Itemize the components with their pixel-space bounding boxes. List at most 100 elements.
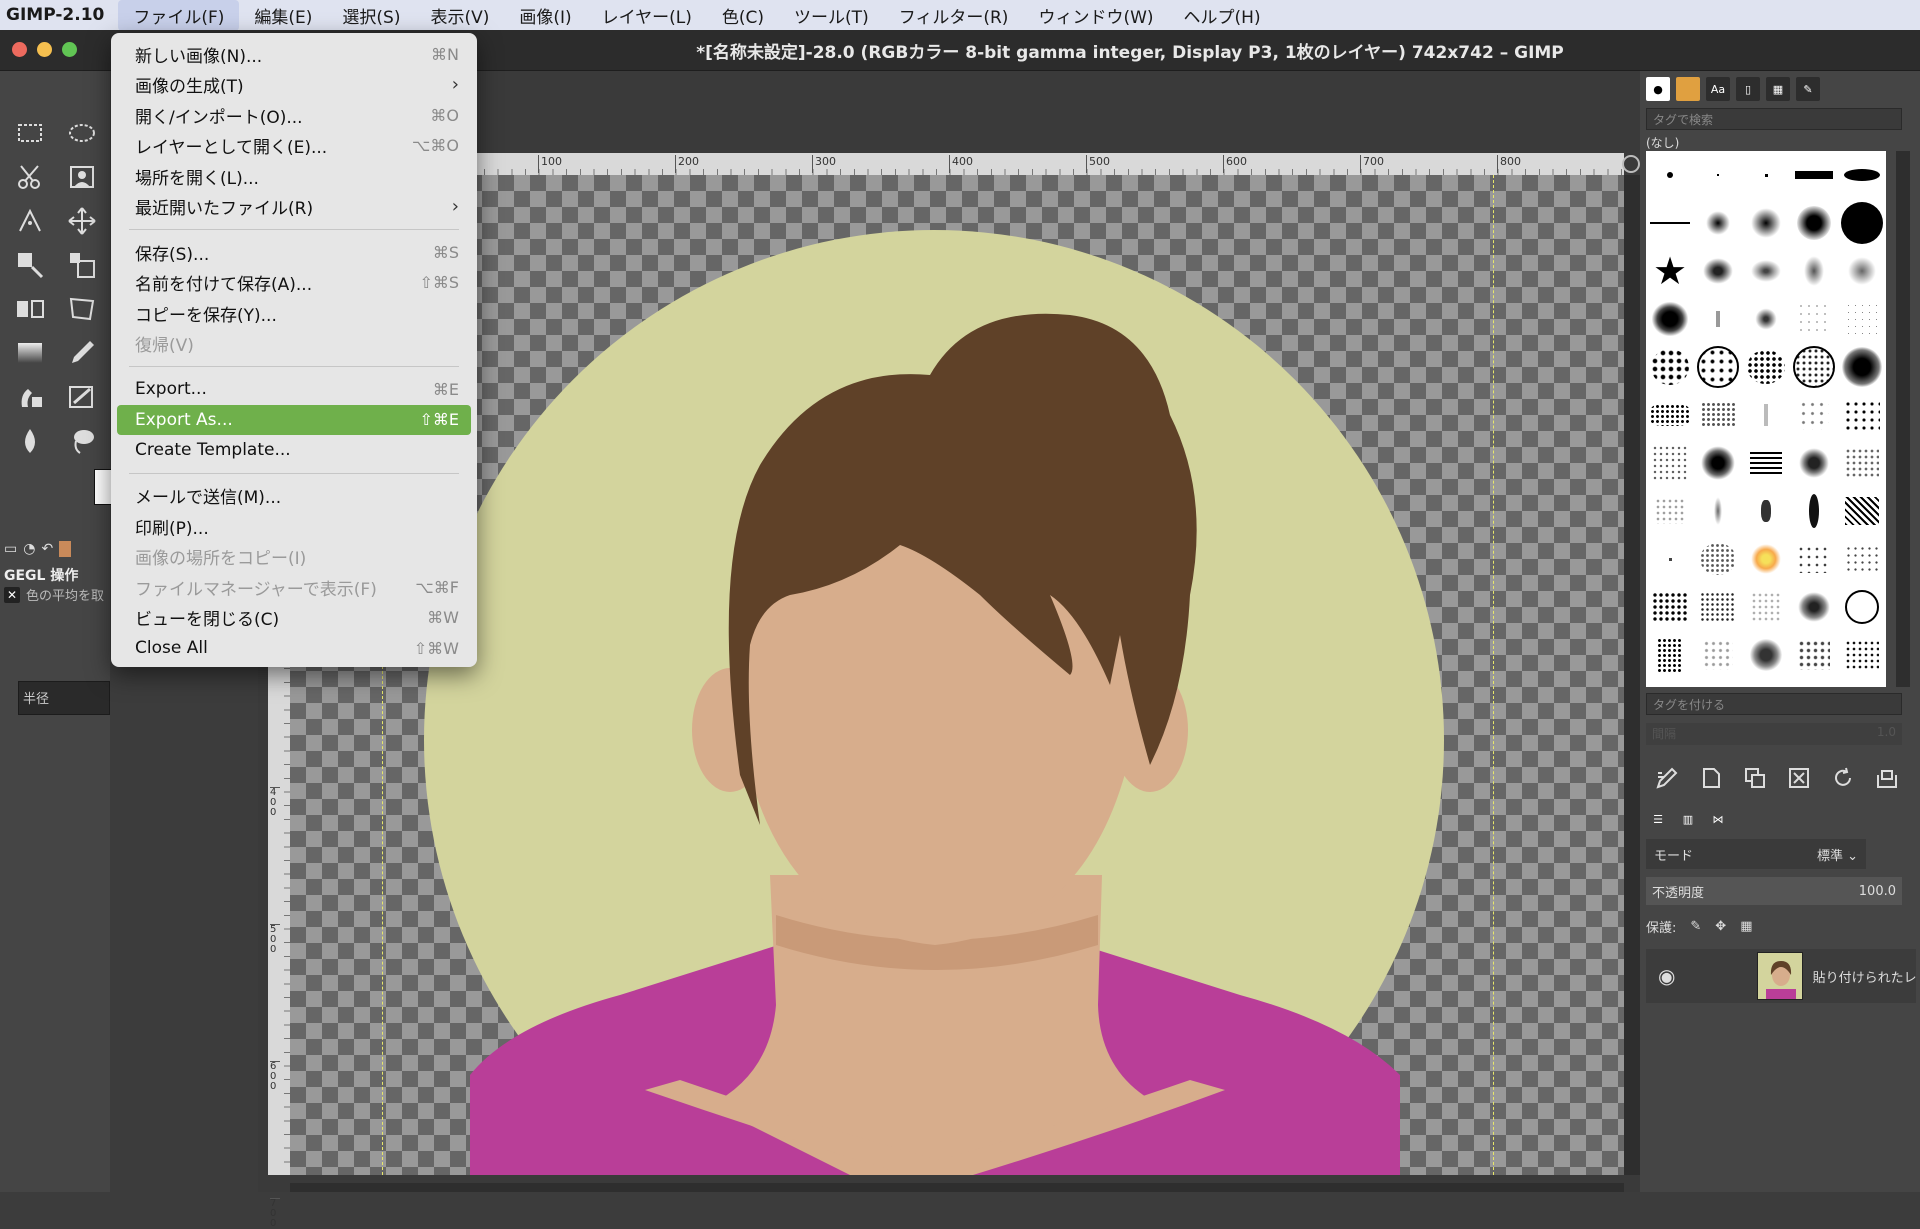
brush-item[interactable] (1742, 631, 1790, 679)
brush-item[interactable] (1790, 631, 1838, 679)
menu-layer[interactable]: レイヤー(L) (587, 0, 707, 31)
menu-item-create-template[interactable]: Create Template... (117, 435, 471, 466)
brush-item[interactable] (1694, 391, 1742, 439)
delete-brush-button[interactable] (1786, 765, 1812, 795)
brush-item[interactable] (1838, 199, 1886, 247)
brush-item[interactable] (1790, 391, 1838, 439)
brush-item[interactable] (1646, 295, 1694, 343)
menu-item-send-by-email[interactable]: メールで送信(M)... (117, 481, 471, 512)
documents-tab-icon[interactable]: ▯ (1736, 77, 1760, 101)
open-brush-as-image-button[interactable] (1874, 765, 1900, 795)
brush-item[interactable] (1694, 247, 1742, 295)
navigate-button[interactable] (1622, 155, 1640, 173)
brush-item[interactable] (1694, 151, 1742, 199)
zoom-window-button[interactable] (62, 42, 77, 57)
brush-grid[interactable]: ★ (1646, 151, 1886, 687)
menu-item-save-as[interactable]: 名前を付けて保存(A)... ⇧⌘S (117, 268, 471, 299)
pencil-tool[interactable] (56, 331, 108, 375)
close-icon[interactable]: ✕ (4, 586, 20, 603)
menu-item-export[interactable]: Export... ⌘E (117, 374, 471, 405)
brush-item[interactable] (1646, 199, 1694, 247)
brush-item[interactable] (1646, 487, 1694, 535)
brush-item[interactable] (1838, 391, 1886, 439)
channels-tab-icon[interactable]: ▥ (1676, 807, 1700, 831)
menu-image[interactable]: 画像(I) (504, 0, 586, 31)
new-brush-button[interactable] (1698, 765, 1724, 795)
edit-brush-button[interactable] (1654, 765, 1680, 795)
brush-item[interactable] (1790, 343, 1838, 391)
menu-colors[interactable]: 色(C) (707, 0, 779, 31)
brush-item[interactable] (1838, 247, 1886, 295)
layer-list-item[interactable]: ◉ 貼り付けられたレ (1646, 949, 1916, 1003)
brush-item[interactable] (1694, 631, 1742, 679)
brush-item[interactable] (1790, 295, 1838, 343)
menu-help[interactable]: ヘルプ(H) (1169, 0, 1276, 31)
brush-item[interactable] (1790, 583, 1838, 631)
menu-item-open-location[interactable]: 場所を開く(L)... (117, 161, 471, 192)
duplicate-brush-button[interactable] (1742, 765, 1768, 795)
brush-item[interactable] (1646, 583, 1694, 631)
tool-options-icon[interactable]: ◔ (23, 541, 35, 557)
brush-item[interactable] (1694, 535, 1742, 583)
brush-item[interactable] (1742, 535, 1790, 583)
brush-item[interactable] (1838, 151, 1886, 199)
radius-field[interactable]: 半径 (18, 681, 110, 715)
foreground-color-swatch[interactable] (94, 469, 112, 505)
menu-item-open-as-layers[interactable]: レイヤーとして開く(E)... ⌥⌘O (117, 131, 471, 162)
brush-item[interactable] (1790, 247, 1838, 295)
brush-tag-assign-field[interactable]: タグを付ける (1646, 693, 1902, 715)
fonts-tab-icon[interactable]: Aa (1706, 77, 1730, 101)
menu-item-save[interactable]: 保存(S)... ⌘S (117, 237, 471, 268)
smudge-tool[interactable] (56, 375, 108, 419)
menu-file[interactable]: ファイル(F) (118, 0, 240, 31)
horizontal-ruler[interactable]: 100 200 300 400 500 600 700 800 (388, 153, 1624, 175)
brush-item[interactable] (1694, 199, 1742, 247)
menu-item-open-recent[interactable]: 最近開いたファイル(R) › (117, 192, 471, 223)
brush-item[interactable] (1838, 583, 1886, 631)
images-icon[interactable] (59, 541, 72, 557)
menu-select[interactable]: 選択(S) (327, 0, 415, 31)
mode-dropdown[interactable]: 標準 ⌄ (1817, 845, 1858, 864)
clone-tool[interactable] (4, 375, 56, 419)
menu-item-close-view[interactable]: ビューを閉じる(C) ⌘W (117, 603, 471, 634)
brush-spacing-field[interactable]: 間隔 1.0 (1646, 723, 1902, 745)
brush-item[interactable] (1742, 247, 1790, 295)
cage-transform-tool[interactable] (56, 287, 108, 331)
brush-item[interactable] (1790, 151, 1838, 199)
brush-item[interactable] (1646, 391, 1694, 439)
vertical-scrollbar[interactable] (1624, 175, 1640, 1175)
brush-item[interactable] (1694, 583, 1742, 631)
brush-item[interactable] (1838, 535, 1886, 583)
menu-item-open[interactable]: 開く/インポート(O)... ⌘O (117, 100, 471, 131)
horizontal-scrollbar[interactable] (290, 1183, 1624, 1192)
eye-icon[interactable]: ◉ (1658, 964, 1675, 988)
brush-item[interactable] (1694, 439, 1742, 487)
app-name-menu[interactable]: GIMP-2.10 (0, 5, 118, 25)
brush-item[interactable] (1790, 439, 1838, 487)
brush-item[interactable] (1838, 439, 1886, 487)
menu-item-export-as[interactable]: Export As... ⇧⌘E (117, 404, 471, 435)
lock-alpha-icon[interactable]: ▦ (1740, 919, 1752, 934)
gradient-tool[interactable] (4, 331, 56, 375)
paths-tool[interactable] (4, 199, 56, 243)
brush-item[interactable] (1838, 487, 1886, 535)
foreground-select-tool[interactable] (56, 155, 108, 199)
menu-edit[interactable]: 編集(E) (239, 0, 327, 31)
brush-item[interactable] (1742, 343, 1790, 391)
brush-item[interactable] (1646, 343, 1694, 391)
brush-item[interactable] (1694, 487, 1742, 535)
patterns-tab-icon[interactable] (1676, 77, 1700, 101)
menu-windows[interactable]: ウィンドウ(W) (1023, 0, 1168, 31)
lock-pixels-icon[interactable]: ✎ (1690, 919, 1701, 934)
image-canvas[interactable] (290, 175, 1624, 1175)
brush-item[interactable] (1790, 535, 1838, 583)
menu-item-create[interactable]: 画像の生成(T) › (117, 70, 471, 101)
layer-opacity-slider[interactable]: 不透明度 100.0 (1646, 877, 1902, 905)
brush-item[interactable] (1646, 631, 1694, 679)
brush-item[interactable] (1742, 391, 1790, 439)
undo-history-icon[interactable]: ↶ (41, 541, 53, 557)
dynamics-tab-icon[interactable]: ▦ (1766, 77, 1790, 101)
ellipse-select-tool[interactable] (56, 111, 108, 155)
menu-filters[interactable]: フィルター(R) (884, 0, 1024, 31)
brush-item[interactable] (1646, 151, 1694, 199)
